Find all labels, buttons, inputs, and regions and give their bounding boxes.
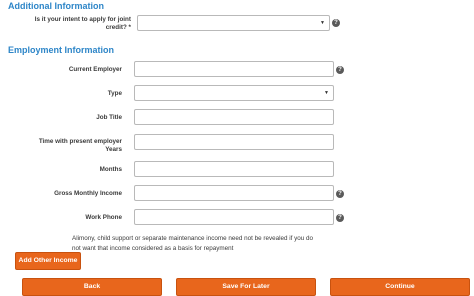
help-icon[interactable]: ? — [336, 190, 344, 198]
continue-button[interactable]: Continue — [330, 278, 470, 296]
job-title-label: Job Title — [96, 114, 122, 121]
joint-credit-label: Is it your intent to apply for joint cre… — [34, 16, 131, 31]
help-icon[interactable]: ? — [336, 214, 344, 222]
alimony-note: Alimony, child support or separate maint… — [72, 235, 314, 252]
current-employer-label: Current Employer — [68, 66, 122, 73]
type-label: Type — [107, 90, 122, 97]
work-phone-label: Work Phone — [85, 214, 122, 221]
loan-application-page: Additional Information Is it your intent… — [0, 0, 474, 296]
time-with-employer-label: Time with present employer Years — [38, 138, 122, 153]
gross-monthly-income-label: Gross Monthly Income — [54, 190, 122, 197]
joint-credit-select[interactable]: ▼ — [137, 15, 330, 31]
add-other-income-button[interactable]: Add Other Income — [15, 252, 81, 270]
additional-info-title: Additional Information — [8, 1, 104, 11]
employment-info-title: Employment Information — [8, 45, 115, 55]
save-for-later-button[interactable]: Save For Later — [176, 278, 316, 296]
help-icon[interactable]: ? — [336, 66, 344, 74]
help-icon[interactable]: ? — [332, 19, 340, 27]
months-input[interactable] — [134, 161, 334, 177]
years-input[interactable] — [134, 134, 334, 150]
job-title-input[interactable] — [134, 109, 334, 125]
work-phone-input[interactable] — [134, 209, 334, 225]
back-button[interactable]: Back — [22, 278, 162, 296]
chevron-down-icon: ▼ — [324, 90, 329, 96]
gross-monthly-income-input[interactable] — [134, 185, 334, 201]
months-label: Months — [99, 166, 122, 173]
type-select[interactable]: ▼ — [134, 85, 334, 101]
chevron-down-icon: ▼ — [320, 20, 325, 26]
current-employer-input[interactable] — [134, 61, 334, 77]
